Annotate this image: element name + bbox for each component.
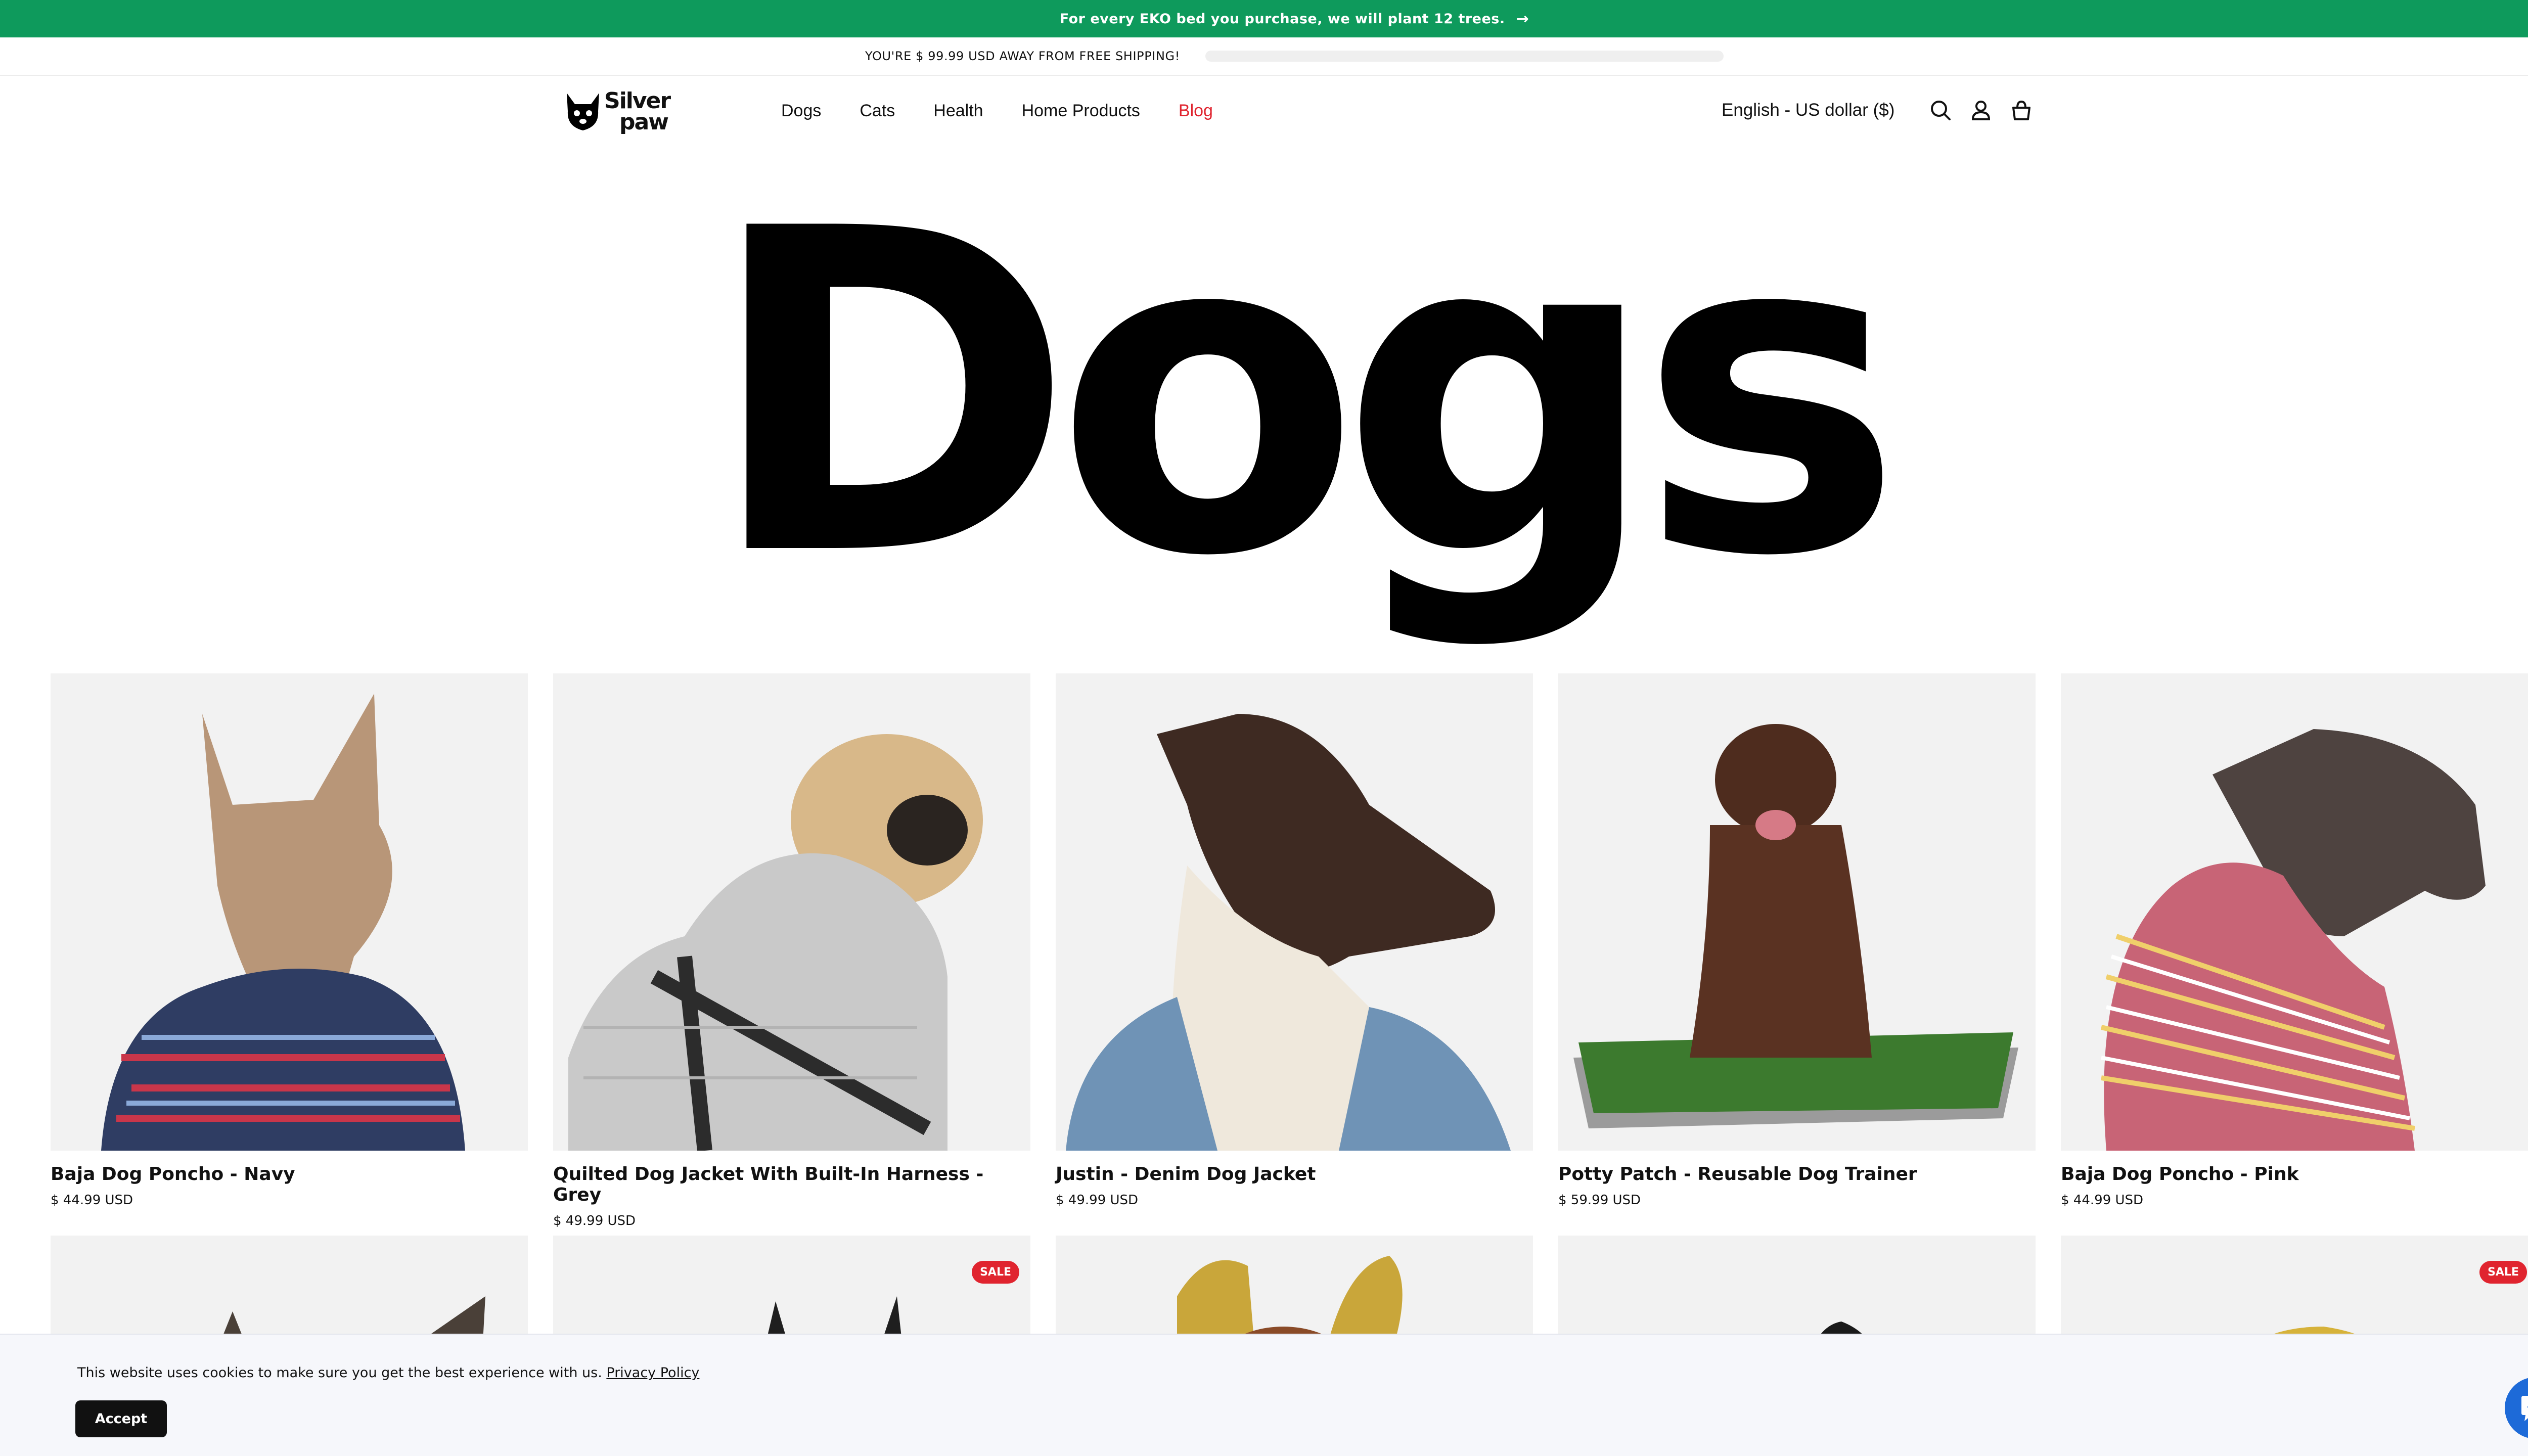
product-card[interactable]: Potty Patch - Reusable Dog Trainer $ 59.… <box>1558 673 2036 1228</box>
announcement-text: For every EKO bed you purchase, we will … <box>1059 11 1505 27</box>
sale-badge: SALE <box>972 1261 1019 1284</box>
product-card[interactable]: Baja Dog Poncho - Pink $ 44.99 USD <box>2061 673 2528 1228</box>
product-price: $ 59.99 USD <box>1558 1193 1641 1208</box>
chat-icon <box>2521 1396 2528 1421</box>
cookie-banner: This website uses cookies to make sure y… <box>0 1334 2528 1456</box>
cookie-message-text: This website uses cookies to make sure y… <box>77 1365 602 1381</box>
collection-hero: Dogs <box>0 167 2528 642</box>
logo-line-2: paw <box>619 109 669 135</box>
header-icons <box>1929 99 2033 122</box>
nav-home-products[interactable]: Home Products <box>1022 101 1140 121</box>
product-image[interactable] <box>2061 673 2528 1151</box>
product-image[interactable] <box>1558 673 2036 1151</box>
nav-blog[interactable]: Blog <box>1179 101 1213 121</box>
privacy-policy-link[interactable]: Privacy Policy <box>606 1365 699 1381</box>
dog-logo-icon <box>564 89 602 134</box>
search-icon[interactable] <box>1929 99 1952 122</box>
nav-dogs[interactable]: Dogs <box>781 101 821 121</box>
product-image[interactable] <box>1056 673 1533 1151</box>
product-price: $ 49.99 USD <box>1056 1193 1139 1208</box>
free-shipping-text: YOU'RE $ 99.99 USD AWAY FROM FREE SHIPPI… <box>865 49 1180 63</box>
free-shipping-bar: YOU'RE $ 99.99 USD AWAY FROM FREE SHIPPI… <box>0 37 2528 76</box>
product-card[interactable]: Quilted Dog Jacket With Built-In Harness… <box>553 673 1030 1228</box>
product-image[interactable] <box>51 673 528 1151</box>
logo-line-1: Silver <box>604 88 671 114</box>
product-price: $ 44.99 USD <box>2061 1193 2144 1208</box>
collection-title: Dogs <box>705 135 1904 653</box>
cookie-message: This website uses cookies to make sure y… <box>77 1365 699 1381</box>
product-title[interactable]: Justin - Denim Dog Jacket <box>1056 1164 1533 1185</box>
main-nav: Dogs Cats Health Home Products Blog <box>781 101 1213 121</box>
product-card[interactable]: Justin - Denim Dog Jacket $ 49.99 USD <box>1056 673 1533 1228</box>
free-shipping-progress <box>1205 51 1724 62</box>
product-title[interactable]: Quilted Dog Jacket With Built-In Harness… <box>553 1164 1030 1205</box>
sale-badge: SALE <box>2479 1261 2527 1284</box>
nav-health[interactable]: Health <box>933 101 983 121</box>
product-price: $ 44.99 USD <box>51 1193 133 1208</box>
logo-wordmark: Silver paw <box>604 88 671 135</box>
silverpaw-logo[interactable]: Silver paw <box>564 89 690 134</box>
nav-cats[interactable]: Cats <box>860 101 895 121</box>
product-image[interactable] <box>553 673 1030 1151</box>
product-grid: Baja Dog Poncho - Navy $ 44.99 USD Quilt… <box>51 673 2528 1387</box>
product-card[interactable]: Baja Dog Poncho - Navy $ 44.99 USD <box>51 673 528 1228</box>
product-title[interactable]: Potty Patch - Reusable Dog Trainer <box>1558 1164 2036 1185</box>
product-title[interactable]: Baja Dog Poncho - Pink <box>2061 1164 2528 1185</box>
locale-selector[interactable]: English - US dollar ($) <box>1722 100 1894 120</box>
account-icon[interactable] <box>1969 99 1993 122</box>
product-title[interactable]: Baja Dog Poncho - Navy <box>51 1164 528 1185</box>
product-price: $ 49.99 USD <box>553 1213 636 1228</box>
cart-icon[interactable] <box>2010 99 2033 122</box>
announcement-bar[interactable]: For every EKO bed you purchase, we will … <box>0 0 2528 37</box>
accept-cookies-button[interactable]: Accept <box>75 1400 167 1437</box>
arrow-right-icon: → <box>1516 10 1529 28</box>
